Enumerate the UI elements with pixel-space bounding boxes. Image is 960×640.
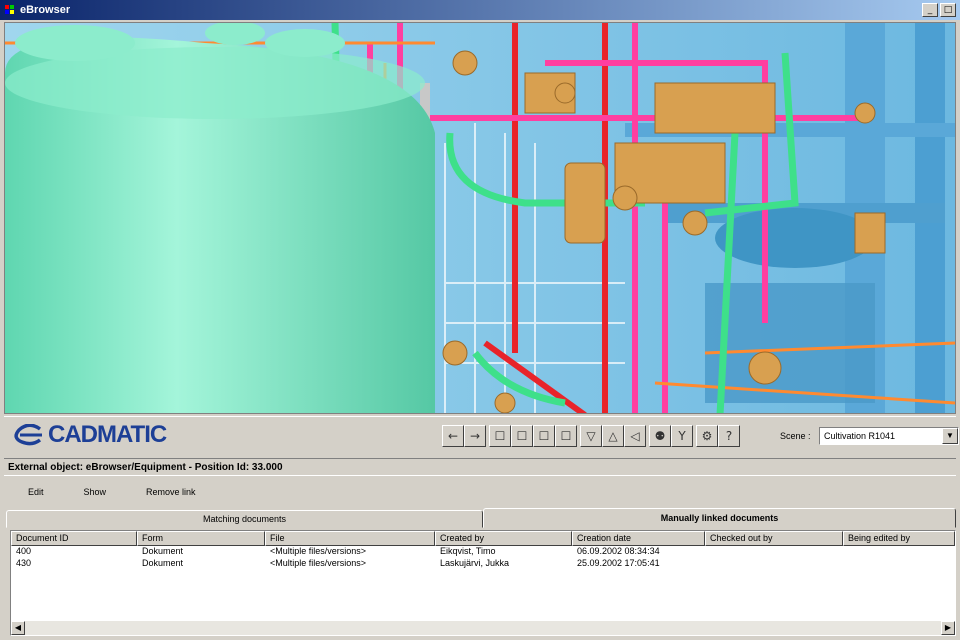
cell-being-edited-by bbox=[843, 546, 955, 558]
minimize-button[interactable]: _ bbox=[922, 3, 938, 17]
scroll-track[interactable] bbox=[25, 621, 941, 635]
table-row[interactable]: 430 Dokument <Multiple files/versions> L… bbox=[11, 558, 955, 570]
document-tabs: Matching documents Manually linked docum… bbox=[6, 508, 956, 528]
table-header: Document ID Form File Created by Creatio… bbox=[11, 531, 955, 546]
help-icon[interactable]: ? bbox=[718, 425, 740, 447]
cell-checked-out-by bbox=[705, 546, 843, 558]
document-actions: Edit Show Remove link bbox=[4, 478, 956, 506]
edit-button[interactable]: Edit bbox=[28, 487, 44, 497]
column-file[interactable]: File bbox=[265, 531, 435, 546]
view-back-icon[interactable]: ☐ bbox=[511, 425, 533, 447]
view-up-icon[interactable]: △ bbox=[602, 425, 624, 447]
show-button[interactable]: Show bbox=[84, 487, 107, 497]
column-being-edited-by[interactable]: Being edited by bbox=[843, 531, 955, 546]
cadmatic-logo: CADMATIC bbox=[14, 421, 167, 449]
cell-file: <Multiple files/versions> bbox=[270, 558, 367, 568]
view-right-icon[interactable]: ☐ bbox=[555, 425, 577, 447]
column-creation-date[interactable]: Creation date bbox=[572, 531, 705, 546]
cell-checked-out-by bbox=[705, 558, 843, 570]
restore-button[interactable]: □ bbox=[940, 3, 956, 17]
cell-creation-date: 06.09.2002 08:34:34 bbox=[577, 546, 660, 556]
3d-viewport[interactable] bbox=[4, 22, 956, 414]
cell-form: Dokument bbox=[142, 546, 184, 556]
cell-creation-date: 25.09.2002 17:05:41 bbox=[577, 558, 660, 568]
column-document-id[interactable]: Document ID bbox=[11, 531, 137, 546]
remove-link-button[interactable]: Remove link bbox=[146, 487, 196, 497]
tab-matching-documents[interactable]: Matching documents bbox=[6, 510, 483, 528]
filter-icon[interactable]: Y bbox=[671, 425, 693, 447]
view-side-icon[interactable]: ◁ bbox=[624, 425, 646, 447]
chevron-down-icon[interactable]: ▼ bbox=[942, 428, 958, 444]
binoculars-icon[interactable]: ⚉ bbox=[649, 425, 671, 447]
settings-icon[interactable]: ⚙ bbox=[696, 425, 718, 447]
object-info-text: External object: eBrowser/Equipment - Po… bbox=[8, 462, 283, 473]
column-form[interactable]: Form bbox=[137, 531, 265, 546]
cell-document-id: 400 bbox=[16, 546, 32, 556]
view-front-icon[interactable]: ☐ bbox=[489, 425, 511, 447]
column-created-by[interactable]: Created by bbox=[435, 531, 572, 546]
scene-value: Cultivation R1041 bbox=[824, 431, 896, 441]
scroll-right-icon[interactable]: ▶ bbox=[941, 621, 955, 635]
window-title: eBrowser bbox=[20, 4, 71, 16]
scene-select[interactable]: Cultivation R1041 ▼ bbox=[819, 427, 959, 445]
cell-file: <Multiple files/versions> bbox=[270, 546, 367, 556]
cell-document-id: 430 bbox=[16, 558, 32, 568]
app-icon bbox=[3, 3, 17, 17]
scroll-left-icon[interactable]: ◀ bbox=[11, 621, 25, 635]
horizontal-scrollbar[interactable]: ◀ ▶ bbox=[11, 621, 955, 635]
documents-table: Document ID Form File Created by Creatio… bbox=[10, 530, 956, 636]
column-checked-out-by[interactable]: Checked out by bbox=[705, 531, 843, 546]
cell-created-by: Laskujärvi, Jukka bbox=[440, 558, 510, 568]
logo-text: CADMATIC bbox=[48, 421, 167, 448]
title-bar: eBrowser _ □ bbox=[0, 0, 960, 20]
plant-model-scene bbox=[5, 23, 955, 413]
object-info-bar: External object: eBrowser/Equipment - Po… bbox=[4, 458, 956, 476]
cell-being-edited-by bbox=[843, 558, 955, 570]
toolbar: CADMATIC ← → ☐ ☐ ☐ ☐ ▽ △ ◁ ⚉ Y ⚙ ? Scene… bbox=[4, 416, 959, 456]
table-row[interactable]: 400 Dokument <Multiple files/versions> E… bbox=[11, 546, 955, 558]
cell-created-by: Eikqvist, Timo bbox=[440, 546, 496, 556]
cadmatic-mark-icon bbox=[14, 424, 42, 446]
scene-label: Scene : bbox=[780, 431, 811, 441]
view-down-icon[interactable]: ▽ bbox=[580, 425, 602, 447]
tab-manually-linked-documents[interactable]: Manually linked documents bbox=[483, 508, 956, 528]
back-icon[interactable]: ← bbox=[442, 425, 464, 447]
cell-form: Dokument bbox=[142, 558, 184, 568]
forward-icon[interactable]: → bbox=[464, 425, 486, 447]
view-left-icon[interactable]: ☐ bbox=[533, 425, 555, 447]
